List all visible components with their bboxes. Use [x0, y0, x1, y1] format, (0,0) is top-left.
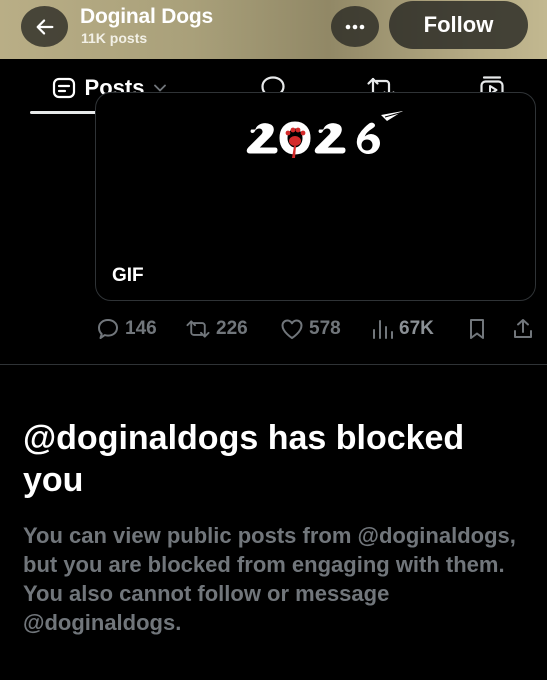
like-button[interactable]: 578: [280, 313, 341, 345]
bookmark-button[interactable]: [467, 313, 487, 345]
reply-count: 146: [125, 318, 157, 339]
follow-button[interactable]: Follow: [389, 1, 528, 49]
repost-count: 226: [216, 318, 248, 339]
gif-badge: GIF: [112, 265, 144, 286]
profile-name: Doginal Dogs: [80, 5, 213, 28]
bar-chart-icon: [373, 320, 393, 339]
heart-icon: [281, 319, 303, 339]
arrow-left-icon: [36, 18, 53, 35]
post-count: 11K posts: [81, 30, 148, 46]
ellipsis-icon: [345, 24, 365, 29]
blocked-message: You can view public posts from @doginald…: [23, 523, 516, 635]
view-count: 67K: [399, 318, 434, 339]
chevron-down-icon: [154, 84, 167, 92]
blocked-heading: @doginaldogs has blocked you: [23, 419, 465, 499]
like-count: 578: [309, 318, 341, 339]
reply-button[interactable]: 146: [96, 313, 157, 345]
more-options-button[interactable]: [331, 6, 379, 47]
reply-icon: [98, 319, 118, 339]
gif-artwork: [245, 111, 404, 158]
profile-header: Doginal Dogs 11K posts Follow: [0, 0, 547, 59]
gif-media-card[interactable]: GIF: [95, 92, 536, 301]
share-icon: [514, 319, 532, 338]
views-button[interactable]: 67K: [372, 313, 434, 345]
bookmark-icon: [470, 319, 484, 339]
repost-icon: [186, 320, 210, 338]
share-button[interactable]: [512, 313, 534, 345]
section-divider: [0, 364, 547, 365]
post-action-bar: 146 226 578 67K: [0, 313, 547, 345]
repost-button[interactable]: 226: [185, 313, 248, 345]
posts-icon: [52, 77, 75, 99]
profile-page: Doginal Dogs 11K posts Follow Posts GIF …: [0, 0, 547, 680]
back-button[interactable]: [21, 6, 68, 47]
